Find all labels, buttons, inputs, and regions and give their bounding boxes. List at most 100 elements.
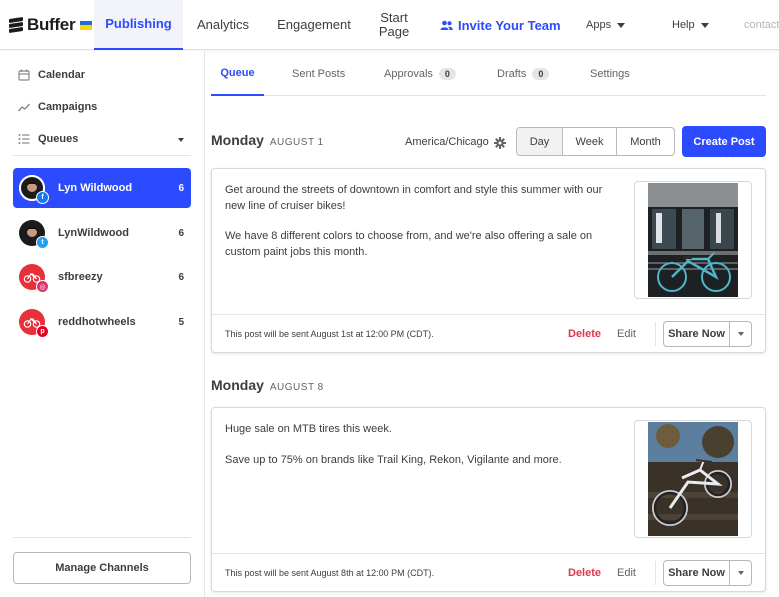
trend-icon [18, 103, 30, 112]
share-options-dropdown[interactable] [729, 561, 751, 585]
day-name: Monday [211, 377, 264, 393]
view-toggle: Day Week Month [516, 127, 675, 156]
post-footer: This post will be sent August 1st at 12:… [212, 314, 765, 352]
channel-lyn-wildwood-facebook[interactable]: f Lyn Wildwood 6 [13, 168, 191, 208]
facebook-icon: f [36, 191, 49, 204]
nav-tab-start-page[interactable]: Start Page [371, 0, 417, 50]
edit-button[interactable]: Edit [617, 328, 636, 340]
buffer-logo-icon [9, 17, 23, 33]
view-month-button[interactable]: Month [616, 128, 674, 155]
invite-team-button[interactable]: Invite Your Team [440, 0, 561, 50]
view-day-button[interactable]: Day [517, 128, 562, 155]
invite-label: Invite Your Team [458, 17, 561, 33]
post-paragraph: Get around the streets of downtown in co… [225, 184, 603, 212]
sidebar-item-label: Campaigns [38, 101, 98, 113]
channel-name: LynWildwood [58, 227, 129, 239]
sidebar-item-calendar[interactable]: Calendar [18, 69, 85, 81]
post-paragraph: Save up to 75% on brands like Trail King… [225, 453, 562, 466]
share-now-split-button: Share Now [663, 321, 752, 347]
top-nav: Buffer Publishing Analytics Engagement S… [0, 0, 779, 50]
tab-label: Queue [220, 66, 255, 79]
tab-approvals[interactable]: Approvals 0 [384, 51, 456, 96]
tab-drafts[interactable]: Drafts 0 [497, 51, 550, 96]
brand-name: Buffer [27, 15, 76, 34]
post-image[interactable] [634, 181, 752, 299]
tab-queue[interactable]: Queue [211, 51, 264, 96]
day-name: Monday [211, 132, 264, 148]
nav-tab-analytics[interactable]: Analytics [188, 0, 258, 50]
channel-count: 6 [178, 271, 184, 283]
delete-button[interactable]: Delete [568, 567, 601, 579]
sidebar-item-label: Queues [38, 133, 79, 145]
sidebar-divider [13, 155, 191, 156]
post-text[interactable]: Huge sale on MTB tires this week. Save u… [225, 422, 620, 483]
create-post-button[interactable]: Create Post [682, 126, 766, 157]
chevron-down-icon [737, 332, 744, 336]
avatar: p [19, 309, 49, 338]
chevron-down-icon [617, 22, 626, 28]
tab-label: Sent Posts [292, 67, 346, 80]
avatar: t [19, 220, 49, 249]
contact-label: contact [744, 19, 779, 31]
buffer-logo[interactable]: Buffer [9, 15, 93, 35]
apps-menu[interactable]: Apps [586, 0, 626, 50]
ukraine-flag-icon [80, 20, 93, 30]
channel-count: 6 [178, 182, 184, 194]
tab-label: Approvals [384, 67, 433, 80]
timezone-selector[interactable]: America/Chicago [405, 134, 506, 149]
help-label: Help [672, 19, 695, 31]
sidebar-divider [13, 537, 191, 538]
twitter-icon: t [36, 236, 49, 249]
instagram-icon: ◎ [36, 280, 49, 293]
edit-button[interactable]: Edit [617, 567, 636, 579]
schedule-note: This post will be sent August 1st at 12:… [225, 329, 434, 339]
share-now-button[interactable]: Share Now [664, 561, 729, 585]
cruiser-bike-photo [648, 183, 738, 297]
sidebar-item-queues[interactable]: Queues [18, 133, 184, 145]
day-header: Monday AUGUST 8 [211, 377, 324, 393]
channel-name: reddhotwheels [58, 316, 136, 328]
contact-link[interactable]: contact [744, 0, 779, 50]
avatar: f [19, 175, 49, 204]
delete-button[interactable]: Delete [568, 328, 601, 340]
chevron-down-icon [737, 571, 744, 575]
tab-settings[interactable]: Settings [590, 51, 630, 96]
sidebar-item-label: Calendar [38, 69, 86, 81]
gear-icon[interactable] [493, 137, 506, 149]
share-options-dropdown[interactable] [729, 322, 751, 346]
nav-tab-engagement[interactable]: Engagement [270, 0, 358, 50]
timezone-label: America/Chicago [405, 135, 489, 148]
post-card: Huge sale on MTB tires this week. Save u… [211, 407, 766, 592]
divider [655, 561, 656, 585]
tab-sent-posts[interactable]: Sent Posts [292, 51, 345, 96]
post-text[interactable]: Get around the streets of downtown in co… [225, 183, 620, 275]
share-now-button[interactable]: Share Now [664, 322, 729, 346]
channel-count: 5 [178, 316, 184, 328]
people-icon [440, 20, 453, 30]
channel-lynwildwood-twitter[interactable]: t LynWildwood 6 [13, 213, 191, 253]
channel-name: Lyn Wildwood [58, 182, 133, 194]
tab-label: Drafts [497, 67, 527, 80]
channel-reddhotwheels-pinterest[interactable]: p reddhotwheels 5 [13, 302, 191, 342]
list-icon [18, 134, 30, 144]
post-image[interactable] [634, 420, 752, 538]
day-date: AUGUST 1 [269, 137, 324, 148]
channel-name: sfbreezy [58, 271, 103, 283]
channel-count: 6 [178, 227, 184, 239]
nav-tab-publishing[interactable]: Publishing [94, 0, 183, 50]
count-badge: 0 [532, 67, 550, 80]
chevron-down-icon [700, 22, 709, 28]
sidebar-item-campaigns[interactable]: Campaigns [18, 101, 97, 113]
manage-channels-button[interactable]: Manage Channels [13, 552, 191, 584]
calendar-icon [18, 69, 30, 81]
avatar: ◎ [19, 264, 49, 293]
day-header: Monday AUGUST 1 [211, 132, 324, 148]
divider [655, 322, 656, 346]
mountain-bike-photo [648, 422, 738, 536]
chevron-down-icon [178, 138, 184, 142]
view-week-button[interactable]: Week [562, 128, 616, 155]
help-menu[interactable]: Help [672, 0, 709, 50]
post-paragraph: Huge sale on MTB tires this week. [225, 423, 392, 435]
pinterest-icon: p [36, 325, 49, 338]
channel-sfbreezy-instagram[interactable]: ◎ sfbreezy 6 [13, 257, 191, 297]
